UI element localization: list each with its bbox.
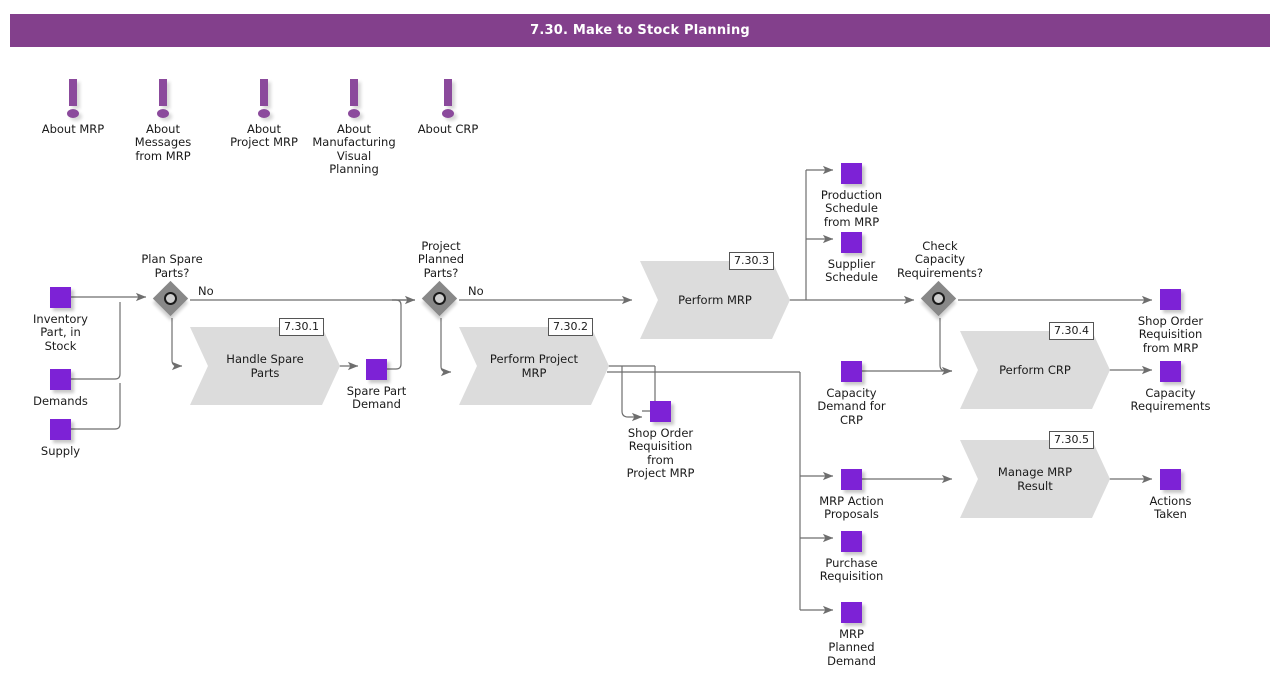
gateway-label: Plan Spare Parts?	[141, 252, 203, 280]
data-node-label: MRP Planned Demand	[827, 627, 876, 668]
data-node-label: Shop Order Requisition from Project MRP	[626, 426, 695, 481]
data-node-label: Shop Order Requisition from MRP	[1137, 314, 1204, 355]
gateway-check-capacity-requirements[interactable]: Check Capacity Requirements?	[897, 239, 983, 318]
process-number: 7.30.1	[279, 318, 324, 336]
process-number: 7.30.5	[1049, 431, 1094, 449]
data-node-label: Production Schedule from MRP	[820, 188, 883, 229]
data-node-spare-part-demand[interactable]: Spare Part Demand	[347, 359, 406, 411]
data-node-label: Supplier Schedule	[825, 257, 878, 285]
process-number: 7.30.4	[1049, 322, 1094, 340]
process-number: 7.30.2	[548, 318, 593, 336]
exclamation-bar-icon	[159, 79, 167, 106]
gateway-ring-icon	[932, 292, 945, 305]
exclamation-bar-icon	[69, 79, 77, 106]
data-node-label: Inventory Part, in Stock	[33, 312, 88, 353]
gateway-plan-spare-parts[interactable]: Plan Spare Parts?	[141, 253, 203, 318]
data-node-capacity-requirements[interactable]: Capacity Requirements	[1131, 361, 1210, 413]
data-node-capacity-demand-for-crp[interactable]: Capacity Demand for CRP	[817, 361, 886, 427]
data-node-icon	[366, 359, 387, 380]
data-node-label: MRP Action Proposals	[819, 494, 884, 522]
data-node-shop-order-requisition-from-project-mrp[interactable]: Shop Order Requisition from Project MRP	[627, 401, 694, 480]
data-node-icon	[1160, 289, 1181, 310]
data-node-icon	[841, 361, 862, 382]
process-number: 7.30.3	[729, 252, 774, 270]
data-node-icon	[841, 163, 862, 184]
exclamation-dot-icon	[258, 109, 270, 118]
info-marker-about-manufacturing-visual-planning[interactable]: About Manufacturing Visual Planning	[312, 79, 396, 176]
data-node-label: Capacity Demand for CRP	[817, 386, 886, 427]
data-node-icon	[841, 531, 862, 552]
process-label: Perform CRP	[999, 363, 1071, 377]
gateway-label: Project Planned Parts?	[417, 238, 465, 280]
exclamation-bar-icon	[350, 79, 358, 106]
data-node-mrp-action-proposals[interactable]: MRP Action Proposals	[819, 469, 884, 521]
exclamation-dot-icon	[157, 109, 169, 118]
data-node-supply[interactable]: Supply	[41, 419, 80, 458]
data-node-icon	[1160, 361, 1181, 382]
process-label: Manage MRP Result	[997, 465, 1073, 493]
info-marker-about-messages-from-mrp[interactable]: About Messages from MRP	[135, 79, 191, 163]
data-node-purchase-requisition[interactable]: Purchase Requisition	[820, 531, 883, 583]
data-node-icon	[50, 419, 71, 440]
exclamation-bar-icon	[444, 79, 452, 106]
data-node-demands[interactable]: Demands	[33, 369, 88, 408]
gateway-ring-icon	[433, 292, 446, 305]
exclamation-dot-icon	[442, 109, 454, 118]
data-node-icon	[650, 401, 671, 422]
process-perform-mrp[interactable]: Perform MRP 7.30.3	[640, 252, 790, 339]
exclamation-dot-icon	[67, 109, 79, 118]
data-node-label: Supply	[40, 444, 81, 458]
data-node-production-schedule-from-mrp[interactable]: Production Schedule from MRP	[821, 163, 882, 229]
gateway-project-planned-parts[interactable]: Project Planned Parts?	[418, 239, 464, 318]
process-label: Perform MRP	[678, 293, 752, 307]
data-node-label: Capacity Requirements	[1130, 386, 1211, 414]
info-marker-label: About CRP	[417, 122, 479, 136]
data-node-icon	[50, 287, 71, 308]
process-manage-mrp-result[interactable]: Manage MRP Result 7.30.5	[960, 431, 1110, 518]
data-node-label: Actions Taken	[1149, 494, 1192, 522]
info-marker-about-mrp[interactable]: About MRP	[42, 79, 104, 136]
edge-label-no-1: No	[198, 284, 214, 298]
data-node-label: Spare Part Demand	[346, 384, 407, 412]
gateway-ring-icon	[164, 292, 177, 305]
info-marker-about-project-mrp[interactable]: About Project MRP	[230, 79, 298, 149]
data-node-label: Purchase Requisition	[819, 556, 884, 584]
data-node-shop-order-requisition-from-mrp[interactable]: Shop Order Requisition from MRP	[1138, 289, 1203, 355]
data-node-icon	[841, 232, 862, 253]
info-marker-about-crp[interactable]: About CRP	[418, 79, 478, 136]
page-title: 7.30. Make to Stock Planning	[10, 14, 1270, 47]
data-node-icon	[50, 369, 71, 390]
data-node-mrp-planned-demand[interactable]: MRP Planned Demand	[827, 602, 876, 668]
data-node-supplier-schedule[interactable]: Supplier Schedule	[825, 232, 878, 284]
data-node-label: Demands	[33, 394, 88, 408]
data-node-actions-taken[interactable]: Actions Taken	[1149, 469, 1192, 521]
data-node-icon	[841, 602, 862, 623]
data-node-icon	[841, 469, 862, 490]
data-node-inventory-part-in-stock[interactable]: Inventory Part, in Stock	[33, 287, 88, 353]
edge-label-no-2: No	[468, 284, 484, 298]
data-node-icon	[1160, 469, 1181, 490]
process-label: Perform Project MRP	[489, 352, 579, 380]
diagram-canvas: 7.30. Make to Stock Planning About MRP A…	[0, 0, 1280, 674]
process-perform-crp[interactable]: Perform CRP 7.30.4	[960, 322, 1110, 409]
process-perform-project-mrp[interactable]: Perform Project MRP 7.30.2	[459, 318, 609, 405]
exclamation-dot-icon	[348, 109, 360, 118]
exclamation-bar-icon	[260, 79, 268, 106]
